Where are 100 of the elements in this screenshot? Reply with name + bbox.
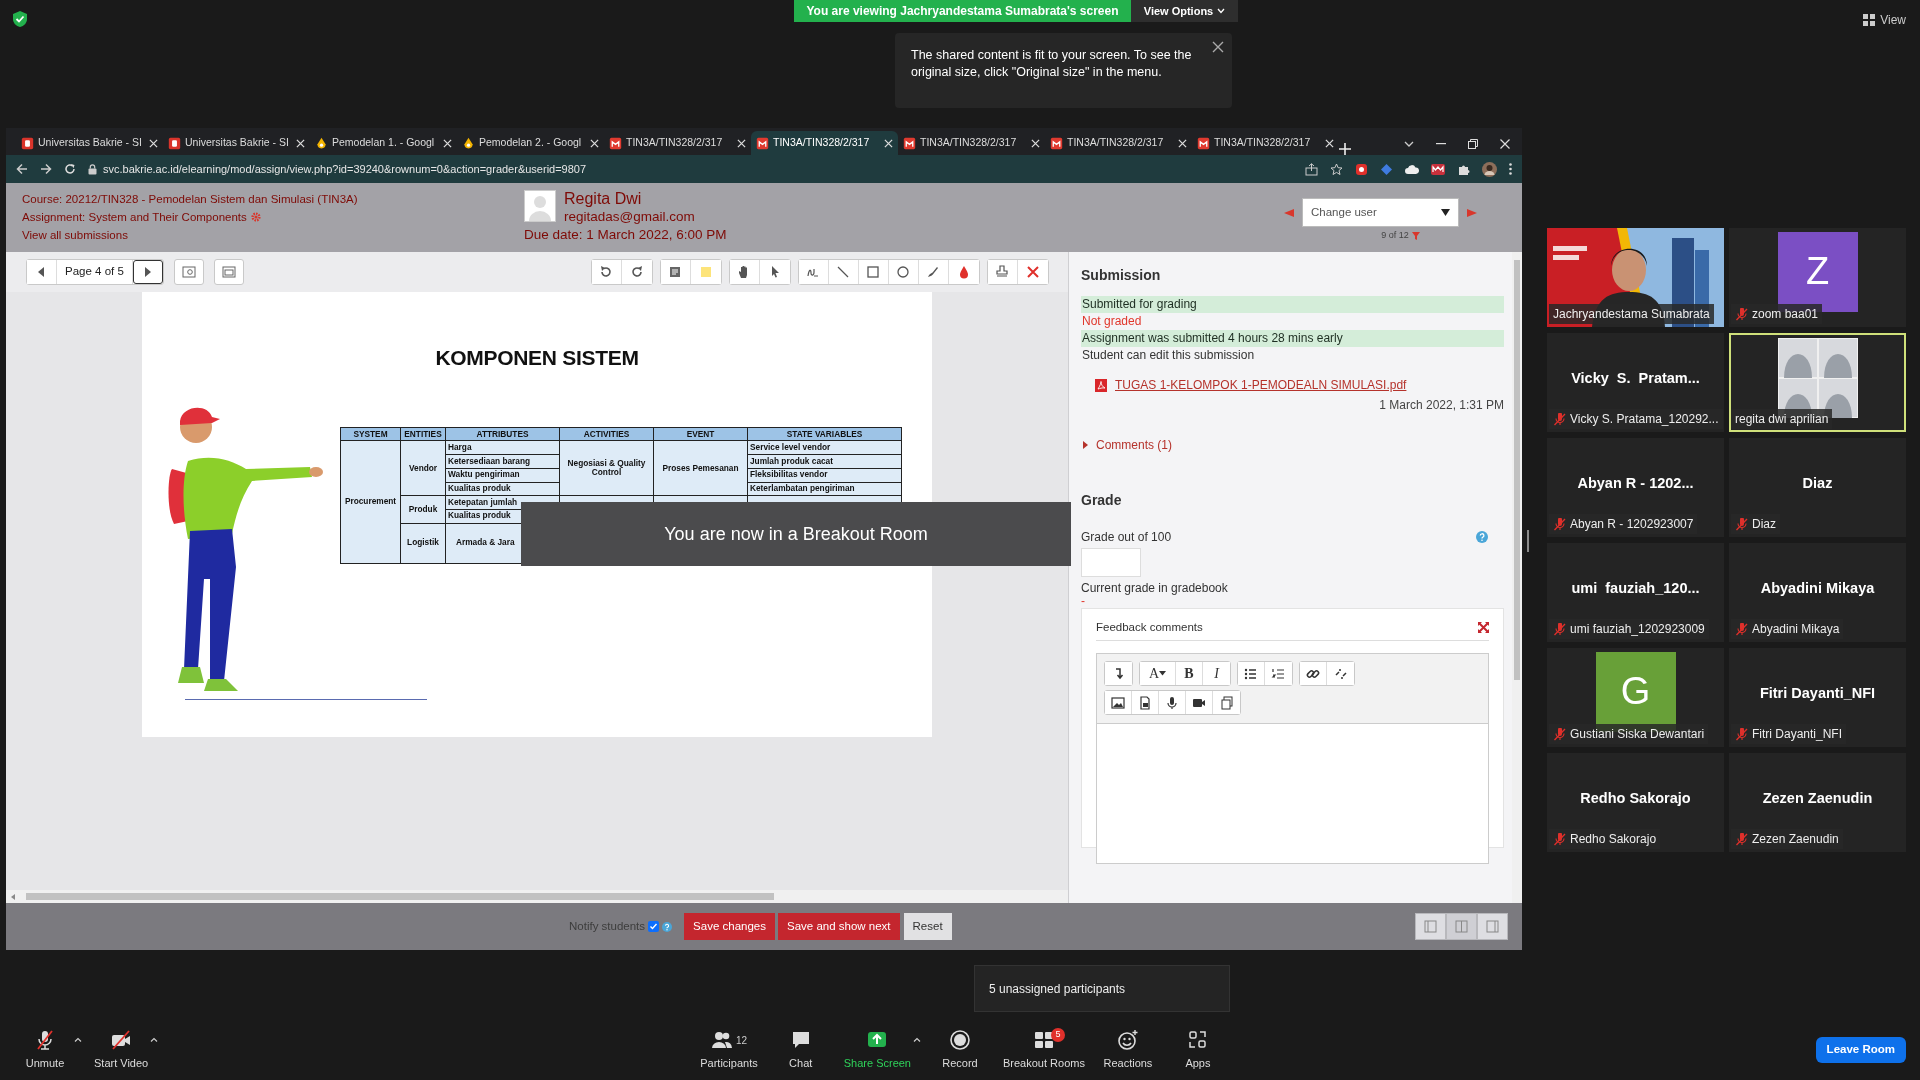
previous-page-button[interactable] xyxy=(27,260,57,284)
vertical-scrollbar[interactable] xyxy=(1512,252,1522,903)
camera-icon xyxy=(110,1029,133,1052)
browser-tab[interactable]: TIN3A/TIN328/2/317 xyxy=(751,131,898,155)
notification-text: The shared content is fit to your screen. To see the original size, click "Original size" in the menu. xyxy=(911,48,1192,79)
bullets-button[interactable] xyxy=(1238,662,1265,686)
menu-icon[interactable] xyxy=(1509,163,1512,175)
participant-name: umi fauziah_120... xyxy=(1571,578,1700,598)
participants-button[interactable]: 12 Participants xyxy=(692,1022,766,1078)
table-cell: Negosiasi & Quality Control xyxy=(559,440,654,496)
leave-room-button[interactable]: Leave Room xyxy=(1815,1037,1906,1063)
column-header: ENTITIES xyxy=(400,427,446,441)
comment-button[interactable] xyxy=(660,260,691,284)
share-button[interactable]: Share Screen xyxy=(835,1022,919,1078)
caret-icon[interactable] xyxy=(1404,141,1414,147)
camera-button[interactable]: Start Video xyxy=(86,1022,157,1078)
caret-icon xyxy=(1217,8,1226,14)
extension-icon[interactable] xyxy=(1431,163,1445,175)
view-button[interactable]: View xyxy=(1863,11,1906,29)
browser-tab[interactable]: TIN3A/TIN328/2/317 xyxy=(1045,131,1192,155)
back-icon[interactable] xyxy=(16,163,28,175)
field-label: Notify students xyxy=(569,918,646,934)
grade-input[interactable] xyxy=(1081,548,1141,577)
layout-icon xyxy=(1486,920,1499,933)
mic-button[interactable]: Unmute xyxy=(10,1022,80,1078)
participant-name: Vicky S. Pratama_120292... xyxy=(1570,411,1719,428)
reload-icon[interactable] xyxy=(64,163,76,175)
reactions-button[interactable]: Reactions xyxy=(1092,1022,1163,1078)
browser-tab[interactable]: Pemodelan 1. - Googl xyxy=(310,131,457,155)
image-icon xyxy=(1110,694,1126,711)
shield-icon xyxy=(12,10,28,28)
stamp-button[interactable] xyxy=(987,260,1018,284)
view-all-link[interactable]: View all submissions xyxy=(22,229,128,241)
field-label: Current grade in gradebook xyxy=(1081,580,1229,596)
forward-icon[interactable] xyxy=(40,163,52,175)
close-icon[interactable] xyxy=(1212,41,1224,53)
pan-button[interactable] xyxy=(729,260,760,284)
file-link[interactable]: TUGAS 1-KELOMPOK 1-PEMODEALN SIMULASI.pdf xyxy=(1115,376,1407,394)
course-link[interactable]: Course: 20212/TIN328 - Pemodelan Sistem dan Simulasi (TIN3A) xyxy=(22,193,358,205)
browser-tab[interactable]: Universitas Bakrie - SI xyxy=(163,131,310,155)
column-header: STATE VARIABLES xyxy=(747,427,902,441)
link-button[interactable] xyxy=(1300,662,1327,686)
view-options-button[interactable]: View Options xyxy=(1131,0,1238,22)
horizontal-scrollbar[interactable] xyxy=(6,890,1068,903)
assignment-link[interactable]: Assignment: System and Their Components xyxy=(22,208,247,226)
submit-button[interactable]: Save changes xyxy=(684,913,775,940)
favicon-icon xyxy=(315,136,328,150)
browser-tab[interactable]: TIN3A/TIN328/2/317 xyxy=(1192,131,1339,155)
expand-icon[interactable] xyxy=(1478,622,1489,634)
delete-icon xyxy=(1024,264,1041,280)
caret-icon xyxy=(1083,441,1088,449)
help-icon[interactable] xyxy=(662,921,673,932)
participant-name: Abyadini Mikaya xyxy=(1752,621,1840,638)
apps-button[interactable]: Apps xyxy=(1162,1022,1233,1078)
layout-icon xyxy=(1424,920,1437,933)
browser-tab[interactable]: Universitas Bakrie - SI xyxy=(16,131,163,155)
caret-icon xyxy=(74,1037,82,1042)
column-header: SYSTEM xyxy=(340,427,401,441)
chat-button[interactable]: Chat xyxy=(765,1022,836,1078)
microphone-icon xyxy=(34,1029,56,1052)
submit-button[interactable]: Save and show next xyxy=(777,913,900,940)
expand-icon xyxy=(220,264,237,280)
participant-name: Vicky S. Pratam... xyxy=(1571,368,1700,388)
toggle-button[interactable] xyxy=(1105,662,1132,686)
layout-icon xyxy=(1455,920,1468,933)
circle-icon xyxy=(895,264,912,280)
field-label: Grade out of 100 xyxy=(1081,529,1172,546)
font-button[interactable]: A xyxy=(1140,662,1176,686)
favicon-icon xyxy=(168,136,181,150)
cloud-icon[interactable] xyxy=(1405,163,1419,175)
next-page-button[interactable] xyxy=(132,260,163,284)
image-button[interactable] xyxy=(1105,691,1132,715)
splitter-handle[interactable] xyxy=(1527,530,1529,552)
page-indicator: Page 4 of 5 xyxy=(57,260,133,284)
rotate-left-button[interactable] xyxy=(591,260,622,284)
browser-tab[interactable]: Pemodelan 2. - Googl xyxy=(457,131,604,155)
change-user-select[interactable]: Change user xyxy=(1302,198,1459,227)
reset-button[interactable]: Reset xyxy=(903,913,952,940)
section-heading: Grade xyxy=(1081,491,1123,510)
breakout-button[interactable]: Breakout Rooms 5 xyxy=(995,1022,1093,1078)
extension-icon[interactable] xyxy=(1355,162,1368,176)
restore-icon[interactable] xyxy=(1468,139,1478,149)
browser-tab[interactable]: TIN3A/TIN328/2/317 xyxy=(898,131,1045,155)
help-icon[interactable] xyxy=(1476,531,1488,543)
grid-icon xyxy=(1863,14,1876,26)
table-cell: Proses Pemesanan xyxy=(653,440,748,496)
profile-icon[interactable] xyxy=(1482,161,1497,177)
browser-tab[interactable]: TIN3A/TIN328/2/317 xyxy=(604,131,751,155)
pen-tool-button[interactable] xyxy=(798,260,829,284)
user-count: 9 of 12 xyxy=(1381,229,1409,242)
comments-toggle[interactable]: Comments (1) xyxy=(1083,436,1172,454)
checkbox[interactable] xyxy=(648,921,660,932)
scroll-left-icon[interactable] xyxy=(10,893,16,900)
star-icon[interactable] xyxy=(1330,162,1343,176)
minimize-icon[interactable] xyxy=(1436,143,1446,145)
lock-icon xyxy=(88,163,97,175)
new-tab-icon[interactable] xyxy=(1339,143,1351,155)
record-button[interactable]: Record xyxy=(925,1022,995,1078)
share-icon[interactable] xyxy=(1305,162,1318,176)
user-email: regitadas@gmail.com xyxy=(564,208,695,226)
